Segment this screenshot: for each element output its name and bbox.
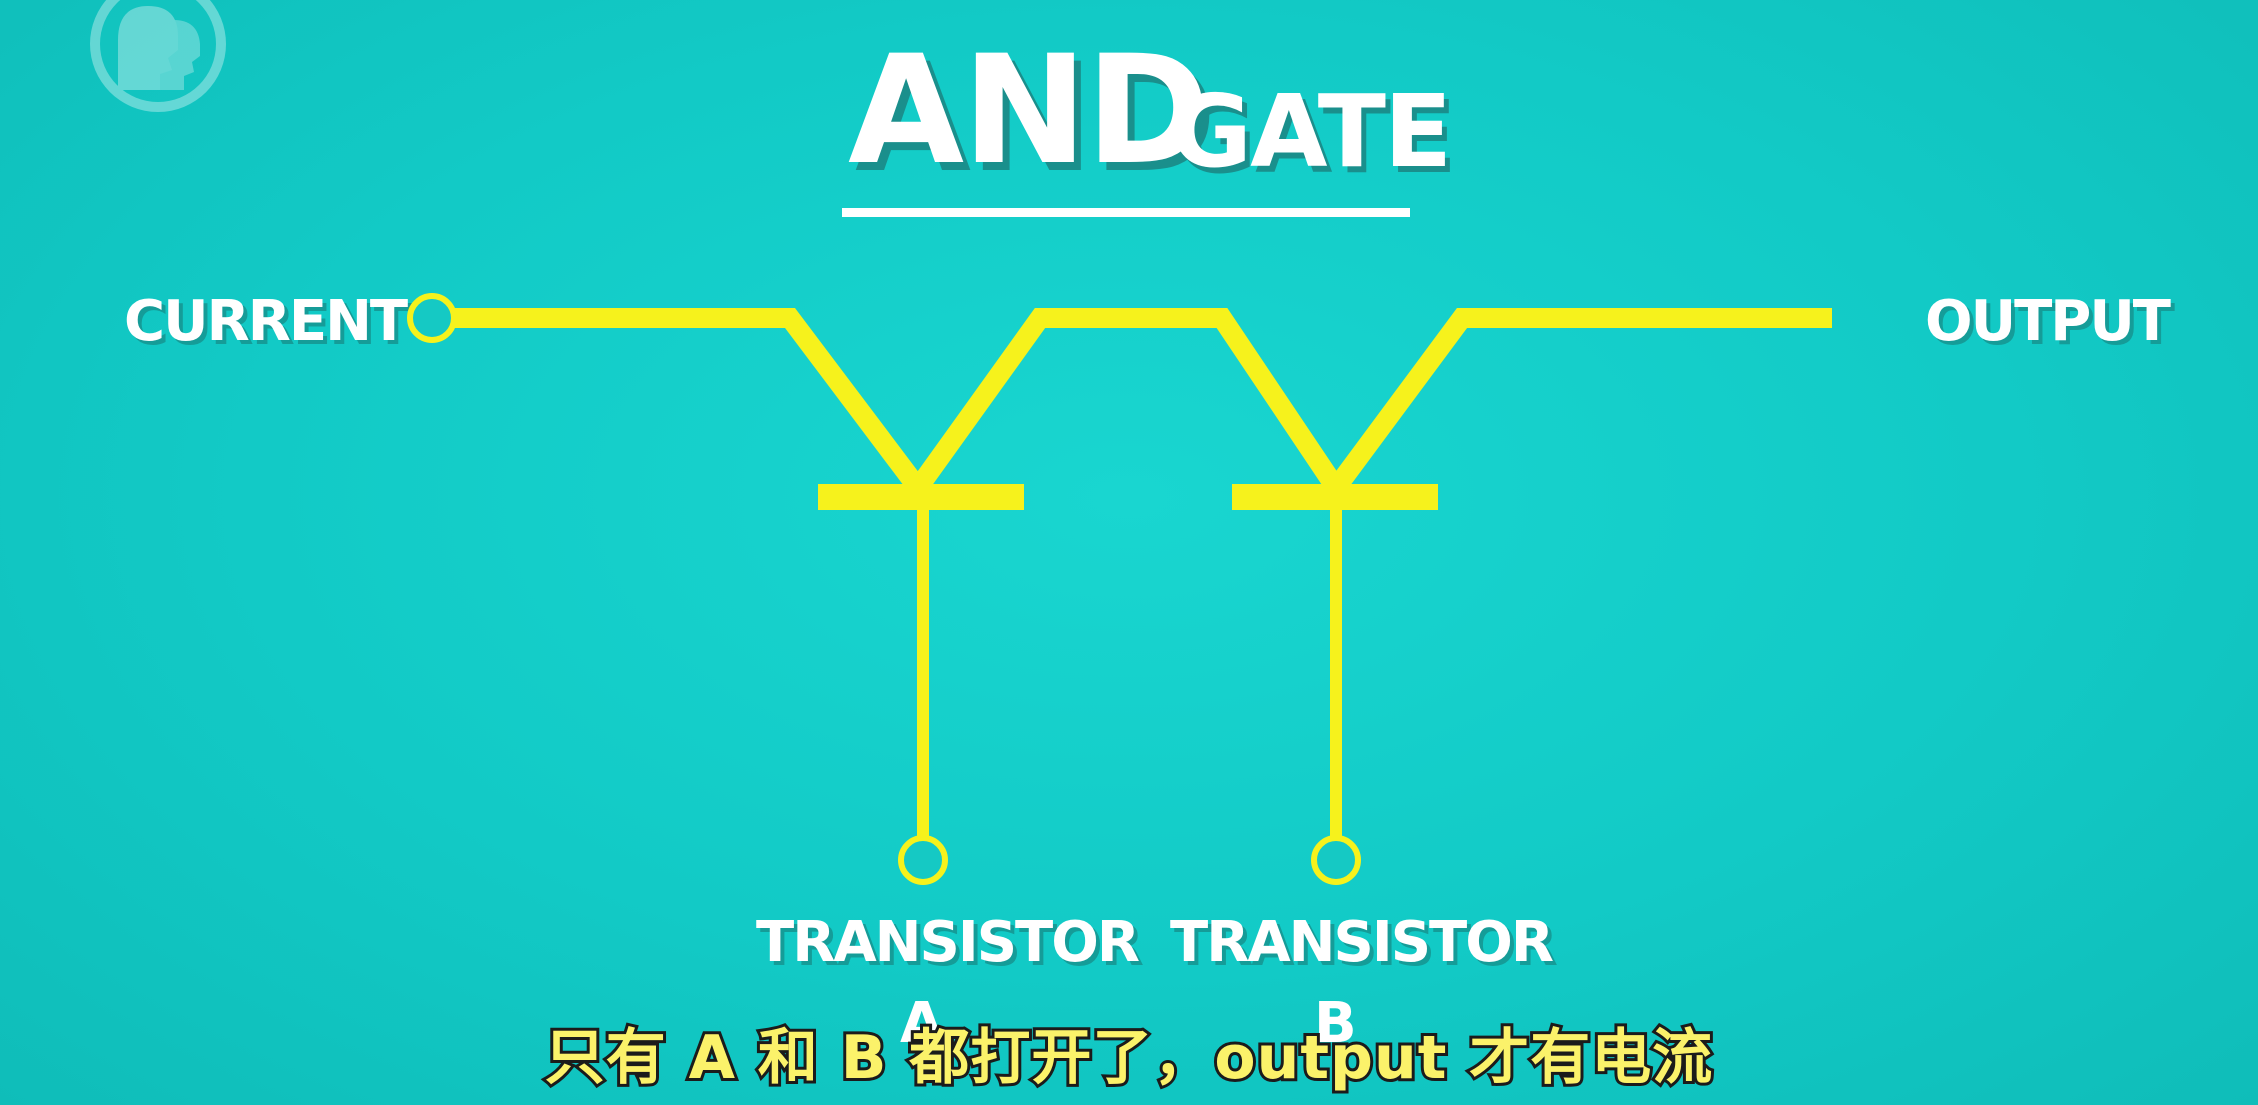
transistor-a-gate-wire <box>917 500 929 840</box>
current-label-group: CURRENT CURRENT <box>124 289 414 358</box>
current-input-node <box>407 293 457 343</box>
title-main: AND <box>848 24 1208 198</box>
title: AND AND GATE GATE <box>848 24 1457 206</box>
transistor-b-input-node <box>1311 835 1361 885</box>
pbs-logo-icon <box>90 0 226 112</box>
transistor-a-input-node <box>898 835 948 885</box>
and-gate-diagram: AND AND GATE GATE CURRENT CURRENT OUTPUT… <box>90 0 2177 1096</box>
transistor-b-gate-wire <box>1330 500 1342 840</box>
main-wire <box>452 308 1832 506</box>
transistor-b-label: TRANSISTOR <box>1170 910 1553 975</box>
transistor-a-label: TRANSISTOR <box>756 910 1139 975</box>
title-underline <box>842 208 1410 217</box>
subtitle-caption: 只有 A 和 B 都打开了，output 才有电流 <box>545 1023 1714 1093</box>
title-suffix: GATE <box>1170 73 1450 190</box>
output-label-group: OUTPUT OUTPUT <box>1925 289 2177 358</box>
current-label: CURRENT <box>124 289 408 354</box>
output-label: OUTPUT <box>1925 289 2171 354</box>
transistor-b <box>1232 484 1438 885</box>
transistor-a <box>818 484 1024 885</box>
